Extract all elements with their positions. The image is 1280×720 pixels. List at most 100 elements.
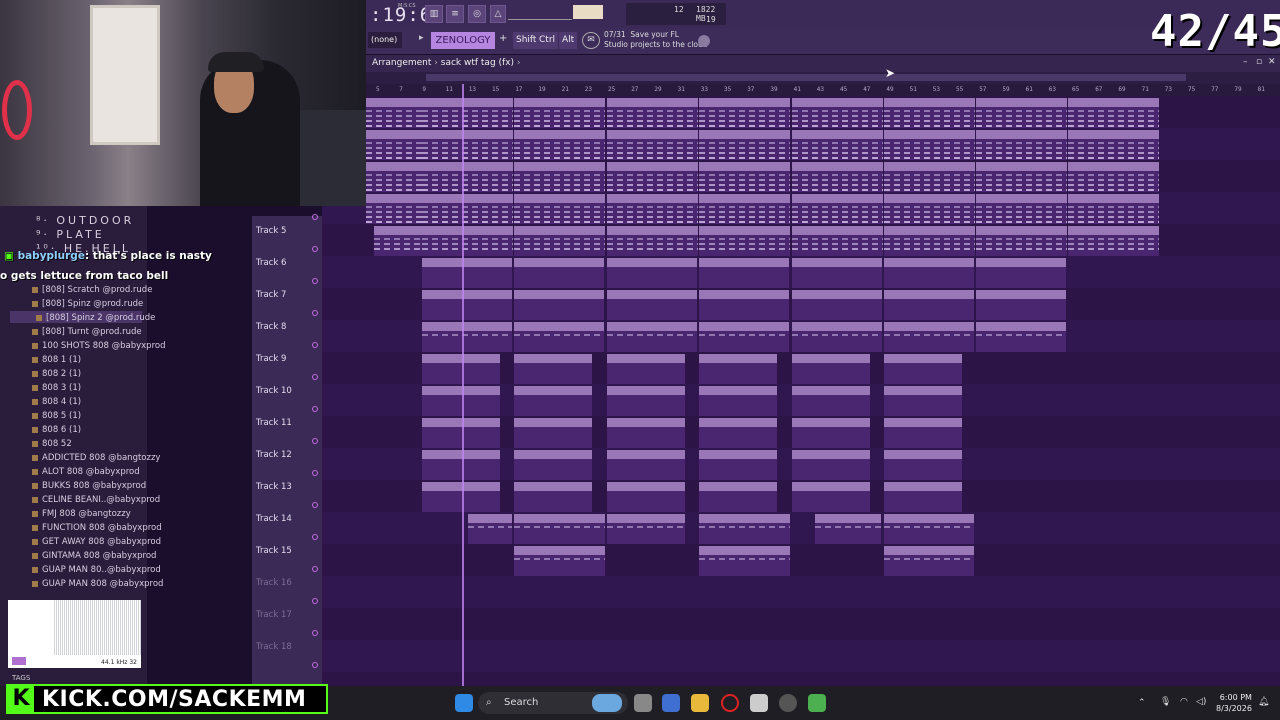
notification-icon[interactable]: 🔔︎ — [1258, 697, 1269, 707]
play-pattern-icon[interactable]: ▸ — [419, 33, 424, 43]
pattern-clip[interactable]: [808] Spinz 2 @prod.rude — [884, 546, 974, 576]
pattern-clip[interactable]: MAAG DUMP C..@bangtozzy — [422, 450, 500, 480]
pattern-clip[interactable]: ZENOLOGY #3 — [607, 162, 698, 192]
volume-icon[interactable]: ◁) — [1196, 697, 1206, 707]
timeline-ruler[interactable]: 5 7 9 11 13 15 17 19 21 23 25 27 29 31 33 35 37 39 41 43 45 4… — [366, 84, 1280, 96]
track-mute-dot[interactable] — [312, 214, 318, 220]
pattern-clip[interactable]: ITS A PART..babyxprod — [607, 482, 685, 512]
pattern-clip[interactable]: ZENOLOGY #2 — [699, 130, 790, 160]
track-name[interactable]: Track 9 — [256, 354, 286, 364]
playlist-lane[interactable] — [322, 544, 1280, 576]
track-mute-dot[interactable] — [312, 534, 318, 540]
online-icon[interactable] — [698, 35, 710, 47]
pattern-clip[interactable]: [Clap] Squ..@prod.rude — [884, 258, 974, 288]
pattern-clip[interactable]: MAAG DUMP..bangtozzy — [884, 450, 962, 480]
minimize-icon[interactable]: – — [1243, 57, 1248, 67]
track-name[interactable]: Track 12 — [256, 450, 292, 460]
pattern-clip[interactable]: ZENOLOGY — [607, 98, 698, 128]
fl-studio-icon[interactable] — [808, 694, 826, 712]
pattern-clip[interactable]: ZENOLOGY #4 — [976, 194, 1067, 224]
pattern-clip[interactable]: GINTAMA O..@babyxprod — [607, 322, 697, 352]
pattern-clip[interactable]: [OPEN HAT]..h @prod.rude — [699, 290, 789, 320]
pattern-clip[interactable]: ZENOLOGY — [976, 98, 1067, 128]
track-name[interactable]: Track 10 — [256, 386, 292, 396]
track-mute-dot[interactable] — [312, 310, 318, 316]
track-mute-dot[interactable] — [312, 598, 318, 604]
pattern-clip[interactable]: ZENOLOGY #3 — [976, 162, 1067, 192]
pattern-clip[interactable]: ZENOLOGY #2 — [792, 130, 883, 160]
pattern-clip[interactable]: FMJ Hat @bangtozzy — [699, 354, 777, 384]
microphone-icon[interactable]: 🎙︎ — [1160, 697, 1171, 707]
browser-file-item[interactable]: 808 1 (1) — [32, 355, 81, 365]
playlist-lane[interactable] — [322, 512, 1280, 544]
pattern-clip[interactable]: ITS A PARTY..l @babyxprod — [976, 290, 1066, 320]
playlist-lane[interactable] — [322, 608, 1280, 640]
pattern-clip[interactable]: ZENOLOGY #4 — [1068, 194, 1159, 224]
pattern-clip[interactable]: ZENOLOGY #5 — [514, 226, 605, 256]
browser-file-item[interactable]: [808] Spinz 2 @prod.rude — [36, 313, 155, 323]
pattern-clip[interactable]: [OPEN HAT]..h @prod.rude — [514, 290, 604, 320]
pattern-clip[interactable]: LAZER @prod.rude — [884, 418, 962, 448]
pattern-clip[interactable]: FMJ Hat @bangtozzy — [422, 354, 500, 384]
pattern-clip[interactable]: perc 2 (1) — [699, 386, 777, 416]
pattern-clip[interactable]: ZENOLOGY #5 — [422, 226, 513, 256]
pattern-clip[interactable]: IN IT Snare..ll @babyxprod — [514, 514, 605, 544]
pattern-clip[interactable]: ZENOLOGY #2 — [1068, 130, 1159, 160]
store-icon[interactable] — [750, 694, 768, 712]
pattern-clip[interactable]: ZENOLOGY — [1068, 98, 1159, 128]
pattern-clip[interactable]: ZENOLOGY #3 — [1068, 162, 1159, 192]
pattern-clip[interactable]: perc 2 (1) — [792, 386, 870, 416]
pattern-clip[interactable]: perc 2 (1) — [514, 386, 592, 416]
track-name[interactable]: Track 11 — [256, 418, 292, 428]
news-panel[interactable]: 07/31 Save your FL Studio projects to th… — [604, 30, 708, 50]
pattern-clip[interactable]: [808]...rude — [468, 514, 512, 544]
pattern-clip[interactable]: ZENOLOGY — [699, 98, 790, 128]
browser-file-item[interactable]: FUNCTION 808 @babyxprod — [32, 523, 162, 533]
close-icon[interactable]: ✕ — [1268, 57, 1276, 67]
pattern-clip[interactable]: ZENOLOGY #3 — [422, 162, 513, 192]
pattern-clip[interactable]: ZENOLOGY #4 — [792, 194, 883, 224]
browser-file-item[interactable]: GUAP MAN 808 @babyxprod — [32, 579, 163, 589]
windows-start-icon[interactable] — [455, 694, 473, 712]
opera-icon[interactable] — [721, 694, 739, 712]
add-pattern-icon[interactable]: + — [499, 33, 507, 44]
pattern-clip[interactable]: ZENOLOGY #2 — [976, 130, 1067, 160]
track-name[interactable]: Track 14 — [256, 514, 292, 524]
pattern-clip[interactable]: ITS A PART..babyxprod — [884, 482, 962, 512]
pattern-clip[interactable]: LAZER @prod.rude — [514, 418, 592, 448]
metronome-icon[interactable]: △ — [490, 5, 506, 23]
pattern-clip[interactable]: ZENOLOGY #5 — [884, 226, 975, 256]
pattern-clip[interactable]: ZENOLOGY #4 — [607, 194, 698, 224]
track-name[interactable]: Track 7 — [256, 290, 286, 300]
pattern-clip[interactable]: ZENOLOGY — [366, 98, 422, 128]
pattern-clip[interactable]: GINTAMA O..@babyxprod — [884, 322, 974, 352]
pattern-name[interactable]: ZENOLOGY — [431, 32, 495, 49]
breadcrumb[interactable]: sack wtf tag (fx) — [441, 58, 514, 68]
pattern-clip[interactable]: MAAG DUMP C..@bangtozzy — [514, 450, 592, 480]
pattern-clip[interactable]: MAAG DUMP..bangtozzy — [607, 450, 685, 480]
pattern-clip[interactable]: ZENOLOGY #4 — [884, 194, 975, 224]
track-mute-dot[interactable] — [312, 374, 318, 380]
pattern-clip[interactable]: ITS A PARTY..l @babyxprod — [792, 482, 870, 512]
app-icon[interactable] — [779, 694, 797, 712]
track-name[interactable]: Track 16 — [256, 578, 292, 588]
pattern-clip[interactable]: ZENOLOGY #4 — [366, 194, 422, 224]
copilot-icon[interactable] — [662, 694, 680, 712]
pattern-clip[interactable]: ZENOLOGY #2 — [884, 130, 975, 160]
pattern-clip[interactable]: [Clap] Squeeze @prod.rude — [514, 258, 604, 288]
track-mute-dot[interactable] — [312, 246, 318, 252]
news-icon[interactable]: ✉ — [582, 32, 600, 49]
pattern-clip[interactable]: [Clap] Squ..@prod.rude — [607, 258, 697, 288]
pattern-clip[interactable]: FMJ Hat @bangtozzy — [884, 354, 962, 384]
track-mute-dot[interactable] — [312, 278, 318, 284]
browser-file-item[interactable]: 808 4 (1) — [32, 397, 81, 407]
pattern-clip[interactable]: [OPEN HAT]..@prod.rude — [607, 290, 697, 320]
pattern-clip[interactable]: ZENOLOGY #2 — [366, 130, 422, 160]
pattern-selector[interactable]: (none) — [368, 32, 402, 48]
browser-folder[interactable]: ⁹· PLATE — [36, 228, 105, 241]
track-name[interactable]: Track 17 — [256, 610, 292, 620]
pattern-clip[interactable]: GINTAMA Op..@babyxprod — [422, 322, 512, 352]
pattern-clip[interactable]: ITS A PARTY..l @babyxprod — [514, 482, 592, 512]
pattern-clip[interactable]: ZENOLOGY #3 — [884, 162, 975, 192]
pattern-clip[interactable]: ZENOLOGY — [514, 98, 605, 128]
